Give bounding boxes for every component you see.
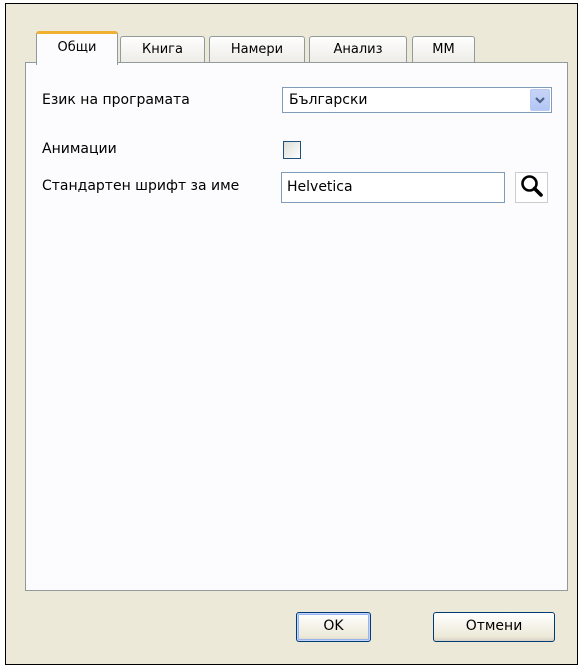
animations-label: Анимации: [42, 141, 117, 157]
options-dialog: Общи Книга Намери Анализ ММ Език на прог…: [5, 3, 578, 665]
cancel-button[interactable]: Отмени: [433, 612, 555, 642]
tab-mm[interactable]: ММ: [412, 36, 475, 64]
animations-checkbox[interactable]: [283, 141, 301, 159]
language-label: Език на програмата: [42, 92, 190, 108]
tab-general[interactable]: Общи: [36, 31, 118, 65]
language-select-value: Български: [289, 92, 368, 108]
magnifier-icon: [519, 173, 545, 203]
tab-find[interactable]: Намери: [209, 36, 305, 64]
chevron-down-icon[interactable]: [530, 89, 550, 111]
general-tab-panel: Език на програмата Български Анимации Ст…: [25, 62, 568, 591]
default-font-label: Стандартен шрифт за име: [42, 178, 240, 194]
font-search-button[interactable]: [515, 172, 548, 203]
language-select[interactable]: Български: [282, 87, 552, 113]
tab-analysis[interactable]: Анализ: [309, 36, 407, 64]
tab-book[interactable]: Книга: [120, 36, 205, 64]
ok-button[interactable]: OK: [296, 612, 371, 642]
default-font-field[interactable]: Helvetica: [281, 172, 505, 203]
